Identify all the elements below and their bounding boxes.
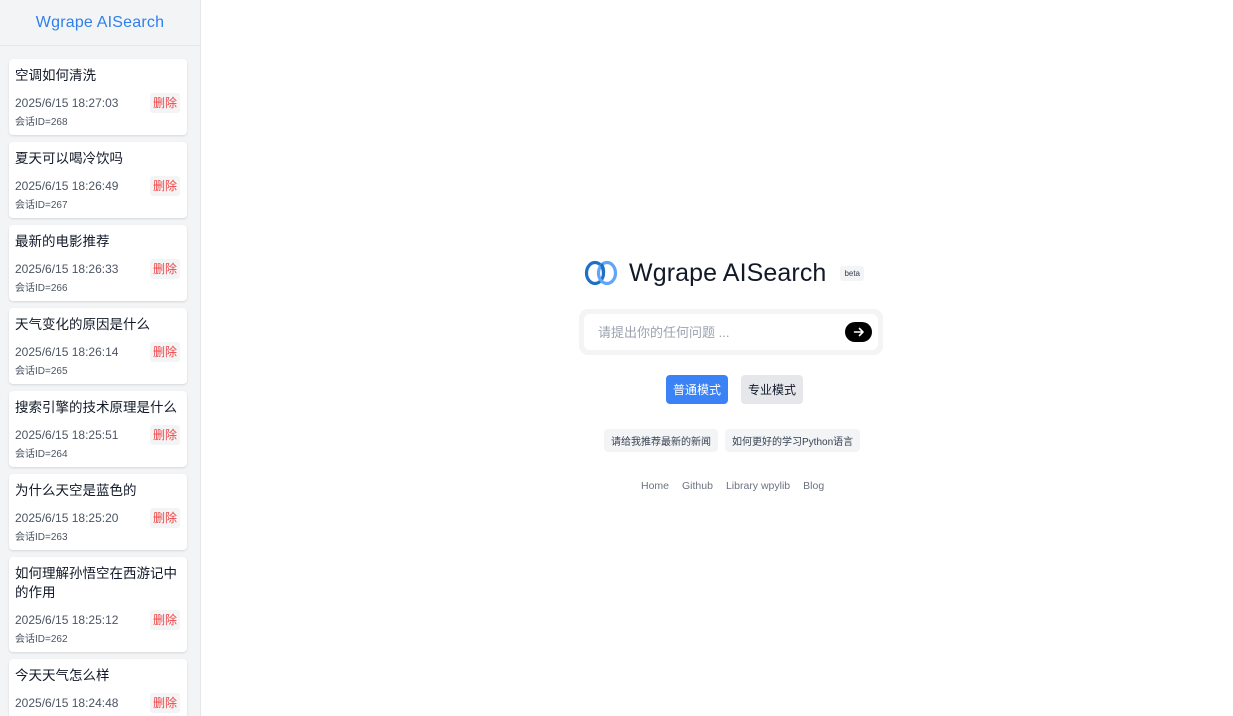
footer-link-github[interactable]: Github (682, 480, 713, 492)
arrow-right-icon (853, 327, 864, 337)
search-input[interactable] (598, 324, 845, 340)
delete-button[interactable]: 删除 (149, 508, 180, 528)
footer-link-home[interactable]: Home (641, 480, 669, 492)
session-list: 空调如何清洗 2025/6/15 18:27:03 删除 会话ID=268 夏天… (0, 46, 200, 716)
suggestions: 请给我推荐最新的新闻 如何更好的学习Python语言 (604, 429, 861, 452)
pro-mode-button[interactable]: 专业模式 (741, 375, 804, 404)
suggestion-chip[interactable]: 如何更好的学习Python语言 (725, 429, 861, 452)
session-title[interactable]: 空调如何清洗 (15, 66, 180, 93)
session-row: 2025/6/15 18:27:03 删除 (15, 93, 180, 113)
session-title[interactable]: 如何理解孙悟空在西游记中的作用 (15, 564, 180, 610)
delete-button[interactable]: 删除 (149, 610, 180, 630)
send-button[interactable] (845, 322, 872, 342)
session-id: 会话ID=265 (15, 366, 68, 377)
session-card[interactable]: 天气变化的原因是什么 2025/6/15 18:26:14 删除 会话ID=26… (9, 308, 187, 384)
session-row: 2025/6/15 18:26:33 删除 (15, 259, 180, 279)
session-time: 2025/6/15 18:27:03 (15, 96, 119, 110)
session-card[interactable]: 夏天可以喝冷饮吗 2025/6/15 18:26:49 删除 会话ID=267 (9, 142, 187, 218)
sidebar: Wgrape AISearch 空调如何清洗 2025/6/15 18:27:0… (0, 0, 201, 716)
footer-link-blog[interactable]: Blog (803, 480, 824, 492)
delete-button[interactable]: 删除 (149, 425, 180, 445)
session-title[interactable]: 搜索引擎的技术原理是什么 (15, 398, 180, 425)
delete-button[interactable]: 删除 (149, 693, 180, 713)
session-id: 会话ID=264 (15, 449, 68, 460)
session-id: 会话ID=263 (15, 532, 68, 543)
normal-mode-button[interactable]: 普通模式 (666, 375, 729, 404)
session-card[interactable]: 今天天气怎么样 2025/6/15 18:24:48 删除 会话ID=261 (9, 659, 187, 716)
suggestion-chip[interactable]: 请给我推荐最新的新闻 (604, 429, 718, 452)
session-time: 2025/6/15 18:26:33 (15, 262, 119, 276)
session-card[interactable]: 为什么天空是蓝色的 2025/6/15 18:25:20 删除 会话ID=263 (9, 474, 187, 550)
brand-name: Wgrape AISearch (629, 258, 827, 287)
session-row: 2025/6/15 18:25:51 删除 (15, 425, 180, 445)
delete-button[interactable]: 删除 (149, 342, 180, 362)
session-row: 2025/6/15 18:25:12 删除 (15, 610, 180, 630)
brand: Wgrape AISearch beta (584, 258, 865, 288)
session-card[interactable]: 空调如何清洗 2025/6/15 18:27:03 删除 会话ID=268 (9, 59, 187, 135)
session-row: 2025/6/15 18:25:20 删除 (15, 508, 180, 528)
main-area: Wgrape AISearch beta 普通模式 专业模式 请给我推荐最新的新… (202, 0, 1233, 716)
session-time: 2025/6/15 18:24:48 (15, 696, 119, 710)
footer-links: Home Github Library wpylib Blog (641, 480, 824, 492)
footer-link-library[interactable]: Library wpylib (726, 480, 790, 492)
sidebar-title[interactable]: Wgrape AISearch (36, 14, 164, 32)
sidebar-header: Wgrape AISearch (0, 0, 200, 46)
session-time: 2025/6/15 18:25:51 (15, 428, 119, 442)
session-title[interactable]: 最新的电影推荐 (15, 232, 180, 259)
delete-button[interactable]: 删除 (149, 93, 180, 113)
session-card[interactable]: 如何理解孙悟空在西游记中的作用 2025/6/15 18:25:12 删除 会话… (9, 557, 187, 652)
session-id: 会话ID=262 (15, 634, 68, 645)
session-title[interactable]: 今天天气怎么样 (15, 666, 180, 693)
session-card[interactable]: 最新的电影推荐 2025/6/15 18:26:33 删除 会话ID=266 (9, 225, 187, 301)
search-box (579, 309, 883, 355)
mode-switch: 普通模式 专业模式 (666, 375, 804, 404)
session-card[interactable]: 搜索引擎的技术原理是什么 2025/6/15 18:25:51 删除 会话ID=… (9, 391, 187, 467)
session-row: 2025/6/15 18:26:49 删除 (15, 176, 180, 196)
session-time: 2025/6/15 18:25:12 (15, 613, 119, 627)
beta-badge: beta (840, 265, 865, 281)
session-row: 2025/6/15 18:26:14 删除 (15, 342, 180, 362)
delete-button[interactable]: 删除 (149, 259, 180, 279)
session-title[interactable]: 为什么天空是蓝色的 (15, 481, 180, 508)
session-time: 2025/6/15 18:26:49 (15, 179, 119, 193)
session-title[interactable]: 天气变化的原因是什么 (15, 315, 180, 342)
session-time: 2025/6/15 18:26:14 (15, 345, 119, 359)
session-title[interactable]: 夏天可以喝冷饮吗 (15, 149, 180, 176)
session-id: 会话ID=267 (15, 200, 68, 211)
session-id: 会话ID=266 (15, 283, 68, 294)
session-id: 会话ID=268 (15, 117, 68, 128)
session-time: 2025/6/15 18:25:20 (15, 511, 119, 525)
session-row: 2025/6/15 18:24:48 删除 (15, 693, 180, 713)
search-inner (584, 314, 878, 350)
interlocking-rings-logo-icon (584, 260, 618, 286)
delete-button[interactable]: 删除 (149, 176, 180, 196)
